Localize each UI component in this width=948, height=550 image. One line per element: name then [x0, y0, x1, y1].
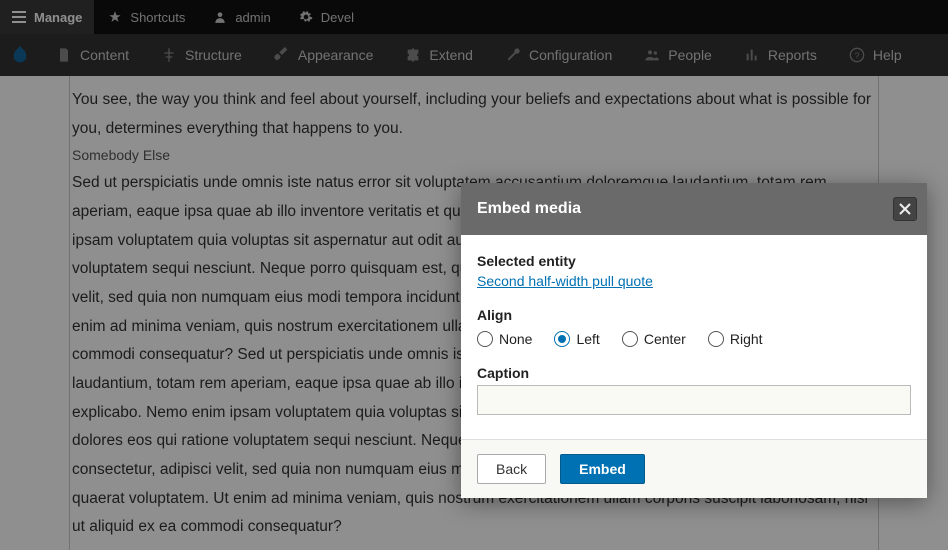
- caption-block: Caption: [477, 365, 911, 415]
- align-radio-row: None Left Center Right: [477, 331, 911, 347]
- close-button[interactable]: [893, 197, 917, 221]
- selected-entity-link[interactable]: Second half-width pull quote: [477, 273, 653, 289]
- align-left-option[interactable]: Left: [554, 331, 599, 347]
- align-none-label: None: [499, 331, 532, 347]
- dialog-title: Embed media: [477, 200, 581, 218]
- close-icon: [899, 203, 911, 215]
- back-button[interactable]: Back: [477, 454, 546, 484]
- radio-icon: [477, 331, 493, 347]
- align-right-label: Right: [730, 331, 763, 347]
- radio-checked-icon: [554, 331, 570, 347]
- selected-entity-block: Selected entity Second half-width pull q…: [477, 253, 911, 289]
- align-none-option[interactable]: None: [477, 331, 532, 347]
- dialog-header: Embed media: [461, 183, 927, 235]
- radio-icon: [708, 331, 724, 347]
- caption-label: Caption: [477, 365, 911, 381]
- selected-entity-label: Selected entity: [477, 253, 911, 269]
- back-button-label: Back: [496, 461, 527, 477]
- dialog-body: Selected entity Second half-width pull q…: [461, 235, 927, 439]
- align-block: Align None Left Center Right: [477, 307, 911, 347]
- embed-button[interactable]: Embed: [560, 454, 645, 484]
- align-center-label: Center: [644, 331, 686, 347]
- embed-button-label: Embed: [579, 461, 626, 477]
- align-right-option[interactable]: Right: [708, 331, 763, 347]
- align-left-label: Left: [576, 331, 599, 347]
- caption-input[interactable]: [477, 385, 911, 415]
- align-center-option[interactable]: Center: [622, 331, 686, 347]
- dialog-footer: Back Embed: [461, 439, 927, 498]
- radio-icon: [622, 331, 638, 347]
- embed-media-dialog: Embed media Selected entity Second half-…: [461, 183, 927, 498]
- align-label: Align: [477, 307, 911, 323]
